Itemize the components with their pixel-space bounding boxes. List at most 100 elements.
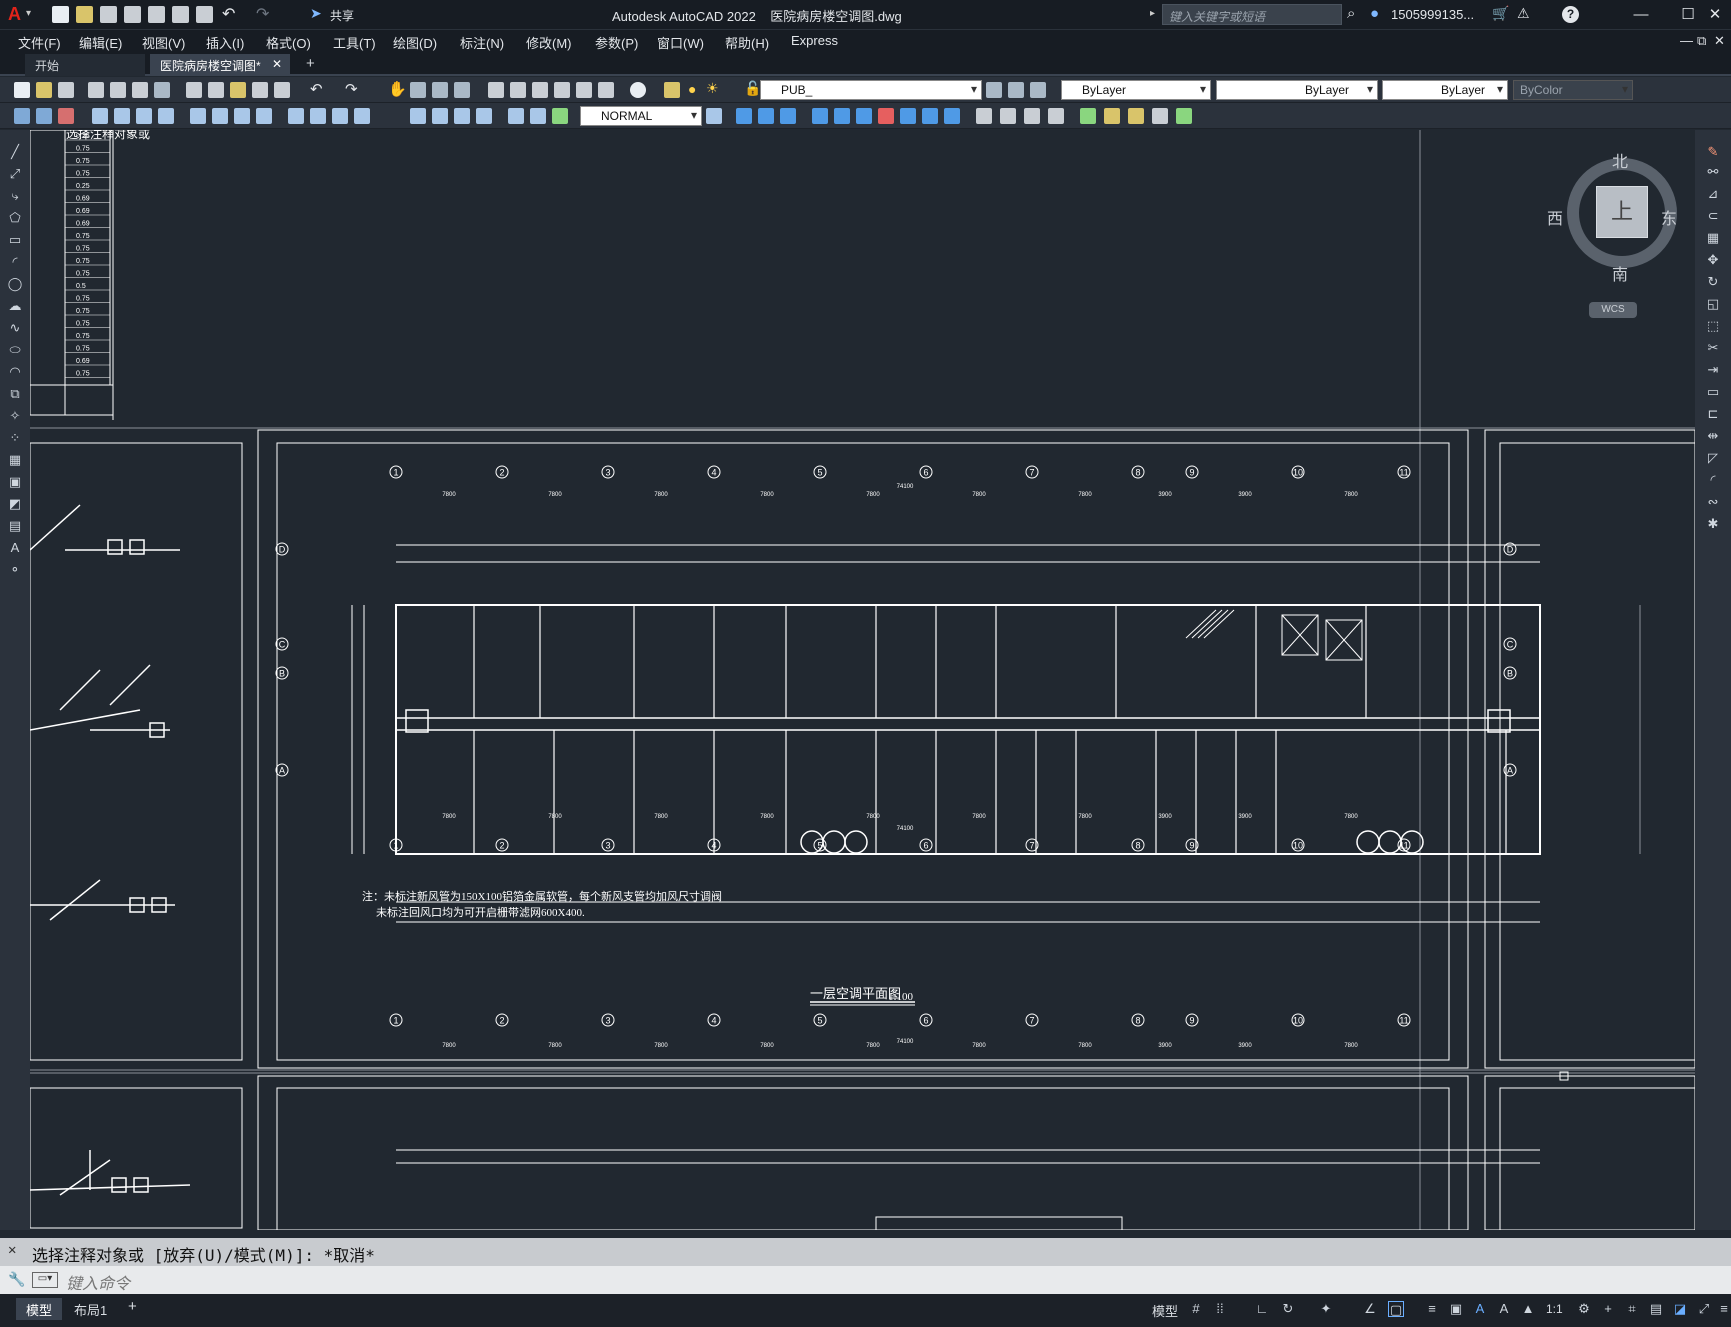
preview-icon[interactable] [110,82,126,98]
autodesk-a360-icon[interactable]: ⚠ [1517,5,1530,22]
dim-edit-icon[interactable] [508,108,524,124]
pan-icon[interactable]: ✋ [388,80,407,98]
trim-icon[interactable]: ✂ [1705,340,1721,356]
baseline-dim-icon[interactable] [310,108,326,124]
break-icon[interactable]: ⊏ [1705,406,1721,422]
viewcube[interactable]: 上 北 南 西 东 WCS [1545,148,1685,318]
snap-icon[interactable]: ⁞⁞ [1212,1301,1228,1317]
make-block-icon[interactable]: ✧ [7,408,23,424]
tb2-icon-35[interactable] [1000,108,1016,124]
tab-model[interactable]: 模型 [16,1298,63,1320]
transparency-icon[interactable]: ▣ [1448,1301,1464,1317]
redo-icon[interactable]: ↷ [256,4,269,24]
region-icon[interactable]: ◩ [7,496,23,512]
layer-lock-icon[interactable]: 🔓 [744,80,761,97]
new-file-icon[interactable] [52,6,69,23]
quick-dim-icon[interactable] [288,108,304,124]
qnew-icon[interactable] [14,82,30,98]
annotation-monitor-icon[interactable]: + [1600,1301,1616,1317]
chamfer-icon[interactable]: ◸ [1705,450,1721,466]
properties-icon[interactable] [488,82,504,98]
tb2-icon-25[interactable] [758,108,774,124]
tab-start[interactable]: 开始 [25,54,145,76]
menu-insert[interactable]: 插入(I) [206,33,244,52]
share-icon[interactable]: ➤ [310,5,322,22]
linetype-dropdown[interactable]: ByLayer [1216,80,1378,100]
design-center-icon[interactable] [510,82,526,98]
linear-dim-icon[interactable] [92,108,108,124]
move-icon[interactable]: ✥ [1705,252,1721,268]
save-as-icon[interactable] [124,6,141,23]
color-dropdown[interactable]: ByLayer [1061,80,1211,100]
wcs-menu[interactable]: WCS [1589,302,1637,318]
plotstyle-dropdown[interactable]: ByColor [1513,80,1633,100]
match-prop-icon[interactable] [252,82,268,98]
point-icon[interactable]: ⁘ [7,430,23,446]
markup-icon[interactable] [576,82,592,98]
join-icon[interactable]: ⇹ [1705,428,1721,444]
tb2-icon-32[interactable] [922,108,938,124]
command-close-icon[interactable]: ✕ [8,1242,16,1258]
app-menu-chevron-icon[interactable]: ▾ [26,8,31,19]
save-web-icon[interactable] [172,6,189,23]
mirror-icon[interactable]: ⊿ [1705,186,1721,202]
object-snap-icon[interactable]: ▢ [1388,1301,1404,1317]
annotation-visibility-icon[interactable]: A [1472,1301,1488,1317]
doc-minimize-button[interactable]: — [1680,33,1693,48]
tb2-icon-29[interactable] [856,108,872,124]
tb2-icon-24[interactable] [736,108,752,124]
redo-tb-icon[interactable]: ↷ [345,80,358,98]
menu-tools[interactable]: 工具(T) [333,33,376,52]
publish-icon[interactable] [132,82,148,98]
layer-previous-icon[interactable] [1008,82,1024,98]
lineweight-dropdown[interactable]: ByLayer [1382,80,1508,100]
dim-space-icon[interactable] [354,108,370,124]
table-icon[interactable]: ▤ [7,518,23,534]
ellipse-arc-icon[interactable]: ◠ [7,364,23,380]
drawing-canvas[interactable]: 0.25 0.75 0.75 0.75 0.25 0.69 0.69 0.69 0.75 0.75… [30,130,1695,1230]
lineweight-icon[interactable]: ≡ [1424,1301,1440,1317]
minimize-button[interactable]: — [1623,3,1659,27]
annotation-scale-value[interactable]: 1:1 [1546,1302,1563,1316]
open-icon[interactable] [36,82,52,98]
jogged-dim-icon[interactable] [212,108,228,124]
quick-properties-icon[interactable]: ▤ [1648,1301,1664,1317]
stretch-icon[interactable]: ⬚ [1705,318,1721,334]
make-current-icon[interactable] [986,82,1002,98]
menu-edit[interactable]: 编辑(E) [79,33,122,52]
angular-dim-icon[interactable] [256,108,272,124]
user-icon[interactable]: ● [1370,5,1379,22]
copy-icon[interactable] [208,82,224,98]
command-line[interactable]: 🔧 ▭▾ 键入命令 [0,1266,1731,1294]
polyline-icon[interactable]: ⤷ [7,188,23,204]
3d-print-icon[interactable] [154,82,170,98]
radius-dim-icon[interactable] [190,108,206,124]
insert-block-icon[interactable]: ⧉ [7,386,23,402]
tb2-icon-41[interactable] [1152,108,1168,124]
open-file-icon[interactable] [76,6,93,23]
polar-icon[interactable]: ↻ [1280,1301,1296,1317]
add-tab-button[interactable]: + [296,52,325,74]
isolate-objects-icon[interactable]: ◪ [1672,1301,1688,1317]
units-icon[interactable]: ⌗ [1624,1301,1640,1317]
annotation-autoscale-icon[interactable]: A [1496,1301,1512,1317]
menu-draw[interactable]: 绘图(D) [393,33,437,52]
array-icon[interactable]: ▦ [1705,230,1721,246]
ortho-icon[interactable]: ∟ [1254,1301,1270,1317]
command-input[interactable]: 键入命令 [66,1270,130,1294]
offset-icon[interactable]: ⊂ [1705,208,1721,224]
plot-tb-icon[interactable] [88,82,104,98]
tb2-icon-36[interactable] [1024,108,1040,124]
tb2-icon-39[interactable] [1104,108,1120,124]
command-prompt-icon[interactable]: ▭▾ [32,1272,58,1288]
zoom-window-icon[interactable] [432,82,448,98]
dimstyle-icon[interactable] [706,108,722,124]
rectangle-icon[interactable]: ▭ [7,232,23,248]
command-customize-icon[interactable]: 🔧 [8,1271,25,1288]
viewcube-east[interactable]: 东 [1661,205,1677,229]
break-point-icon[interactable]: ▭ [1705,384,1721,400]
clean-screen-icon[interactable]: ⤢ [1696,1301,1712,1317]
line-icon[interactable]: ╱ [7,144,23,160]
save-tb-icon[interactable] [58,82,74,98]
undo-tb-icon[interactable]: ↶ [310,80,323,98]
